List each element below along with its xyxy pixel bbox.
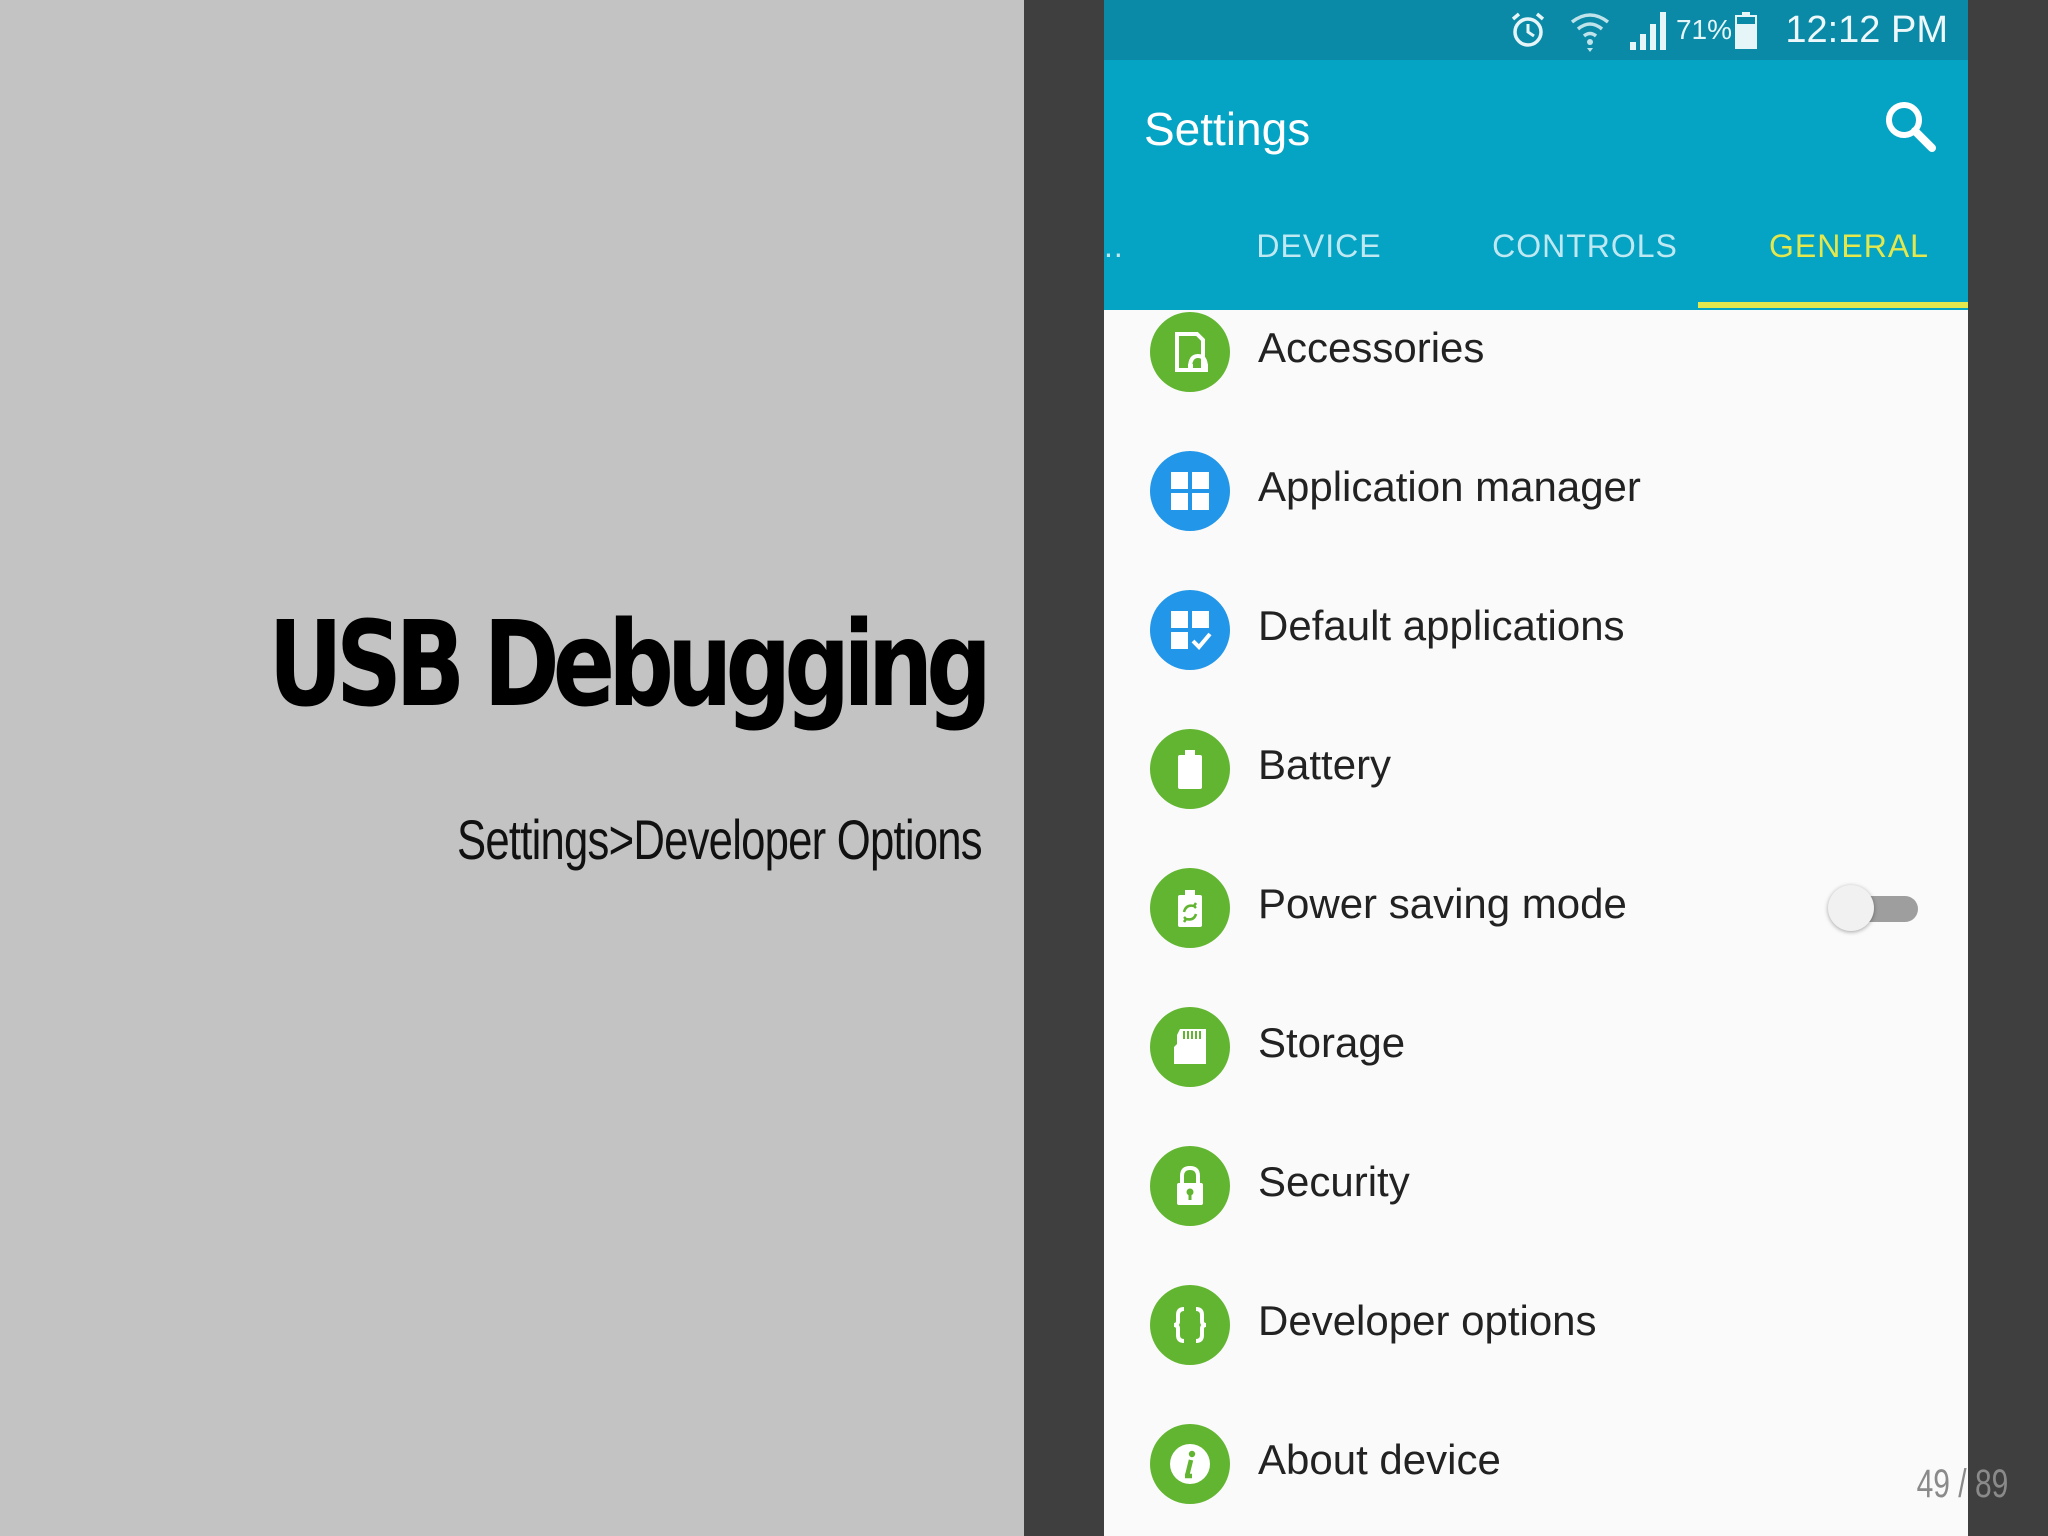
item-label: Battery [1258, 741, 1392, 788]
signal-icon [1626, 8, 1670, 52]
item-label: Application manager [1258, 463, 1641, 510]
battery-icon [1734, 8, 1758, 52]
tab-device[interactable]: DEVICE [1214, 228, 1424, 265]
item-label: Developer options [1258, 1297, 1597, 1344]
list-item-storage[interactable]: Storage [1104, 971, 1968, 1110]
list-item-power-saving-mode[interactable]: Power saving mode [1104, 832, 1968, 971]
status-time: 12:12 PM [1785, 8, 1948, 51]
toggle-thumb [1828, 885, 1874, 931]
app-bar: Settings .. DEVICE CONTROLS GENERAL [1104, 60, 1968, 310]
status-bar: 71% 12:12 PM [1104, 0, 1968, 60]
list-item-developer-options[interactable]: Developer options [1104, 1249, 1968, 1388]
item-label: Storage [1258, 1019, 1406, 1066]
search-icon [1886, 102, 1936, 152]
item-label: Power saving mode [1258, 880, 1627, 927]
page-number: 49 / 89 [1916, 1462, 2008, 1506]
battery-percent: 71% [1675, 14, 1732, 45]
sd-card-icon [1150, 1007, 1230, 1087]
search-button[interactable] [1880, 96, 1940, 156]
power-saving-icon [1150, 868, 1230, 948]
list-item-about-device[interactable]: About device [1104, 1388, 1968, 1527]
item-label: About device [1258, 1436, 1501, 1483]
list-item-security[interactable]: Security [1104, 1110, 1968, 1249]
list-item-accessories[interactable]: Accessories [1104, 276, 1968, 415]
tab-general[interactable]: GENERAL [1730, 228, 1968, 265]
power-saving-toggle[interactable] [1828, 885, 1920, 931]
item-label: Security [1258, 1158, 1410, 1205]
info-icon [1150, 1424, 1230, 1504]
slide: USB Debugging Settings>Developer Options [0, 0, 2048, 1536]
slide-title: USB Debugging [268, 595, 992, 733]
accessories-icon [1150, 312, 1230, 392]
braces-icon [1150, 1285, 1230, 1365]
item-label: Accessories [1258, 324, 1485, 371]
lock-icon [1150, 1146, 1230, 1226]
page-title: Settings [1144, 103, 1311, 155]
list-item-application-manager[interactable]: Application manager [1104, 415, 1968, 554]
list-item-battery[interactable]: Battery [1104, 693, 1968, 832]
wifi-icon [1568, 8, 1612, 52]
tab-controls[interactable]: CONTROLS [1460, 228, 1710, 265]
alarm-icon [1508, 8, 1548, 52]
phone-screen: 71% 12:12 PM Settings .. DEVICE CONTROLS [1104, 0, 1968, 1536]
tab-overflow[interactable]: .. [1104, 228, 1124, 265]
app-grid-icon [1150, 451, 1230, 531]
item-label: Default applications [1258, 602, 1625, 649]
list-item-default-applications[interactable]: Default applications [1104, 554, 1968, 693]
battery-setting-icon [1150, 729, 1230, 809]
default-apps-icon [1150, 590, 1230, 670]
slide-subtitle: Settings>Developer Options [457, 808, 983, 871]
